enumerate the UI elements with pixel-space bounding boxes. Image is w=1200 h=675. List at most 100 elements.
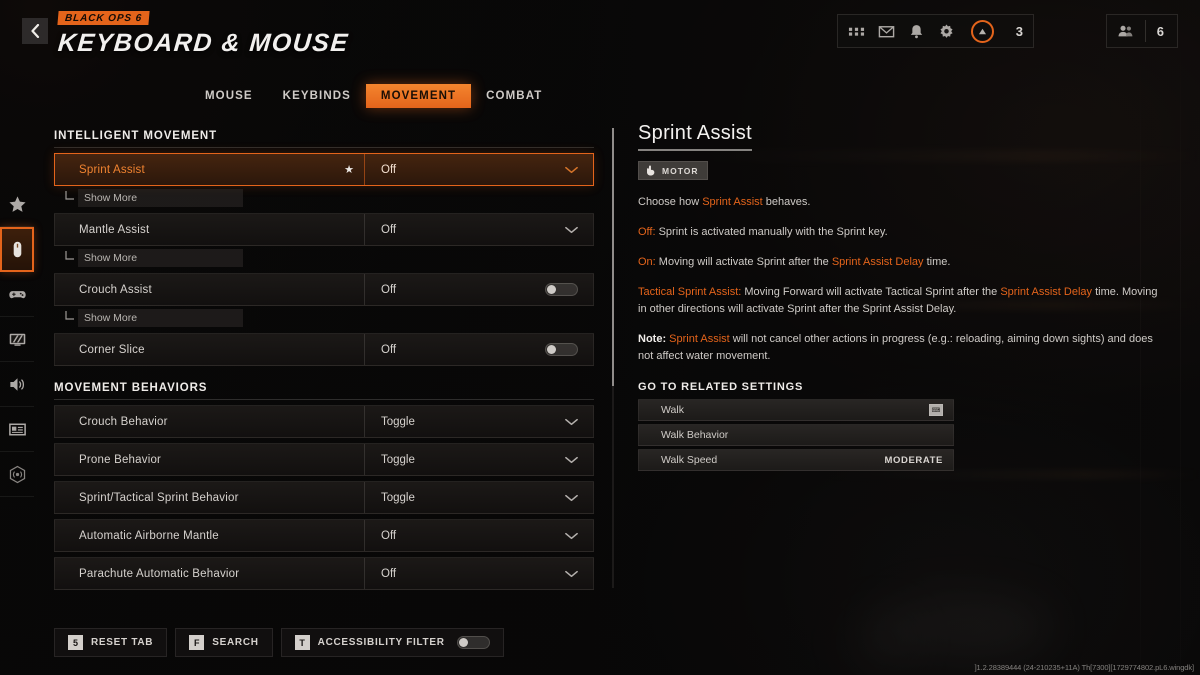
friends-icon[interactable] [1117,23,1134,40]
toggle-switch[interactable] [545,343,578,356]
accessibility-filter-button[interactable]: T ACCESSIBILITY FILTER [280,628,504,657]
search-button[interactable]: F SEARCH [175,628,273,657]
chevron-down-icon [565,418,578,425]
detail-paragraph-on: On: Moving will activate Sprint after th… [638,254,1168,271]
tab-movement[interactable]: MOVEMENT [365,84,472,108]
setting-label-text: Crouch Behavior [79,415,168,428]
gear-icon[interactable] [938,23,955,40]
related-label: Walk Speed [661,454,718,467]
related-row-walk-speed[interactable]: Walk Speed MODERATE [638,449,954,472]
setting-label: Sprint/Tactical Sprint Behavior [55,492,364,504]
detail-paragraph-off: Off: Sprint is activated manually with t… [638,224,1168,241]
rail-item-controller[interactable] [0,272,34,317]
branch-icon [65,311,74,320]
setting-value[interactable]: Toggle [365,492,593,504]
branch-icon [65,251,74,260]
action-label: SEARCH [212,637,259,648]
accessibility-tag: MOTOR [638,161,709,180]
setting-row-mantle-assist[interactable]: Mantle Assist Off [54,213,594,246]
setting-value-text: Off [381,223,397,236]
setting-row-crouch-behavior[interactable]: Crouch Behavior Toggle [54,405,594,438]
toggle-knob [547,285,556,294]
setting-value-text: Off [381,567,397,580]
setting-value-text: Off [381,163,397,176]
setting-label: Sprint Assist [55,164,344,176]
setting-label-text: Prone Behavior [79,453,162,466]
scrollbar-thumb[interactable] [612,128,614,386]
rail-item-graphics[interactable] [0,317,34,362]
branch-icon [65,191,74,200]
mail-icon[interactable] [878,23,895,40]
setting-label: Parachute Automatic Behavior [55,568,364,580]
segment-highlight: Sprint Assist Delay [1000,286,1093,299]
detail-paragraph-tactical: Tactical Sprint Assist: Moving Forward w… [638,284,1168,318]
rail-item-keyboard-mouse[interactable] [0,227,34,272]
battlepass-count: 3 [1015,23,1023,39]
speaker-icon [9,377,24,391]
setting-label-text: Parachute Automatic Behavior [79,567,240,580]
related-label: Walk Behavior [661,429,729,442]
friends-group[interactable]: 6 [1105,14,1178,48]
bell-icon[interactable] [908,23,925,40]
related-row-walk-behavior[interactable]: Walk Behavior [638,424,954,447]
segment-highlight: On: [638,256,656,269]
battlepass-icon[interactable] [970,19,994,43]
star-icon[interactable]: ★ [344,163,354,176]
setting-value-text: Toggle [381,491,415,504]
setting-row-corner-slice[interactable]: Corner Slice Off [54,333,594,366]
related-settings-heading: GO TO RELATED SETTINGS [638,381,804,394]
toggle-switch[interactable] [456,636,490,649]
setting-row-automatic-airborne-mantle[interactable]: Automatic Airborne Mantle Off [54,519,594,552]
toggle-switch[interactable] [545,283,578,296]
show-more-label: Show More [78,249,243,267]
setting-row-sprint-assist[interactable]: Sprint Assist ★ Off [54,153,594,186]
toggle-knob [458,638,468,647]
setting-value[interactable]: Off [365,530,593,542]
settings-list: INTELLIGENT MOVEMENT Sprint Assist ★ Off… [54,130,594,590]
related-label: Walk [661,404,684,417]
chevron-down-icon [565,494,578,501]
setting-value[interactable]: Off [365,224,593,236]
related-row-walk[interactable]: Walk ⌨ [638,399,954,422]
segment-note-label: Note: [638,333,667,346]
reset-tab-button[interactable]: 5 RESET TAB [54,628,168,657]
detail-title: Sprint Assist [638,122,752,151]
keycap: T [294,635,310,650]
setting-value-text: Off [381,529,397,542]
chevron-down-icon [565,570,578,577]
grid-icon[interactable] [848,23,865,40]
setting-subrow-show-more[interactable]: Show More [54,188,594,208]
setting-row-parachute-automatic-behavior[interactable]: Parachute Automatic Behavior Off [54,557,594,590]
tab-mouse[interactable]: MOUSE [190,84,268,108]
setting-value[interactable]: Off [365,164,593,176]
setting-row-crouch-assist[interactable]: Crouch Assist Off [54,273,594,306]
setting-label-text: Mantle Assist [79,223,150,236]
rail-item-network[interactable] [0,452,34,497]
setting-row-prone-behavior[interactable]: Prone Behavior Toggle [54,443,594,476]
rail-item-account[interactable] [0,407,34,452]
header: BLACK OPS 6 KEYBOARD & MOUSE 3 6 [0,0,1200,62]
setting-label: Crouch Assist [55,284,364,296]
setting-value[interactable]: Off [365,568,593,580]
tab-keybinds[interactable]: KEYBINDS [268,84,366,108]
chevron-down-icon [565,532,578,539]
scrollbar-track[interactable] [612,128,614,588]
tab-combat[interactable]: COMBAT [471,84,557,108]
setting-subrow-show-more[interactable]: Show More [54,308,594,328]
setting-value[interactable]: Toggle [365,416,593,428]
rail-item-audio[interactable] [0,362,34,407]
setting-row-sprint-tactical-sprint-behavior[interactable]: Sprint/Tactical Sprint Behavior Toggle [54,481,594,514]
setting-value[interactable]: Off [365,283,593,296]
chevron-down-icon [565,226,578,233]
segment-text: Sprint is activated manually with the Sp… [655,226,888,239]
segment-highlight: Off: [638,226,656,239]
setting-label: Automatic Airborne Mantle [55,530,364,542]
setting-value[interactable]: Toggle [365,454,593,466]
setting-label-text: Sprint Assist [79,163,145,176]
back-button[interactable] [22,18,48,44]
rail-item-favorites[interactable] [0,182,34,227]
segment-highlight: Sprint Assist [669,333,730,346]
setting-value[interactable]: Off [365,343,593,356]
setting-subrow-show-more[interactable]: Show More [54,248,594,268]
triangle-ring-icon [978,28,986,34]
